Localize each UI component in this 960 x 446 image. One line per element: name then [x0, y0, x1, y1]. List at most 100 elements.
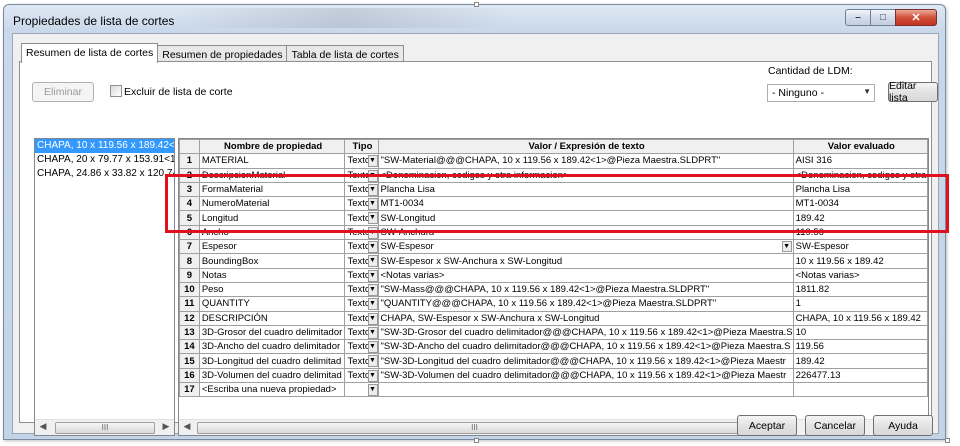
table-row[interactable]: 14 3D-Ancho del cuadro delimitador Texto ▼ "…	[179, 339, 928, 355]
table-row[interactable]: 17 <Escriba una nueva propiedad> ▼	[179, 382, 928, 398]
value-expression-cell[interactable]: SW-Longitud	[377, 210, 794, 226]
chevron-down-icon[interactable]: ▼	[367, 326, 377, 339]
property-name-cell[interactable]: MATERIAL	[198, 153, 346, 169]
property-name-cell[interactable]: Peso	[198, 281, 346, 298]
scroll-left-icon[interactable]: ◀	[180, 421, 194, 435]
list-item[interactable]: CHAPA, 20 x 79.77 x 153.91<1>	[35, 153, 174, 167]
table-row[interactable]: 10 Peso Texto ▼ "SW-Mass@@@CHAPA, 10 x 119.5…	[179, 281, 928, 298]
chevron-down-icon[interactable]: ▼	[367, 212, 377, 225]
row-number[interactable]: 1	[179, 153, 200, 169]
tab-cut-list-summary[interactable]: Resumen de lista de cortes	[21, 43, 159, 63]
table-row[interactable]: 2 DescripcionMaterial Texto ▼ <Denominacion,…	[179, 167, 928, 183]
table-row[interactable]: 16 3D-Volumen del cuadro delimitad Texto ▼ "…	[179, 367, 928, 384]
row-number[interactable]: 7	[179, 239, 200, 255]
value-expression-cell[interactable]: Plancha Lisa	[377, 181, 794, 198]
chevron-down-icon[interactable]: ▼	[367, 269, 377, 282]
cut-list-listbox[interactable]: CHAPA, 10 x 119.56 x 189.42<1> CHAPA, 20…	[34, 138, 175, 436]
chevron-down-icon[interactable]: ▼	[367, 183, 377, 196]
row-number[interactable]: 4	[179, 196, 200, 212]
type-cell[interactable]: Texto ▼	[344, 167, 379, 183]
chevron-down-icon[interactable]: ▼	[367, 155, 377, 168]
type-cell[interactable]: Texto ▼	[344, 181, 379, 198]
table-row[interactable]: 15 3D-Longitud del cuadro delimitad Texto ▼…	[179, 353, 928, 369]
property-name-cell[interactable]: Ancho	[198, 224, 346, 241]
list-item[interactable]: CHAPA, 24.86 x 33.82 x 120.74<1>	[35, 167, 174, 181]
chevron-down-icon[interactable]: ▼	[781, 241, 792, 253]
tab-properties-summary[interactable]: Resumen de propiedades	[157, 45, 288, 62]
value-expression-cell[interactable]: "SW-3D-Ancho del cuadro delimitador@@@CH…	[377, 339, 794, 355]
type-cell[interactable]: Texto ▼	[344, 253, 379, 269]
row-number[interactable]: 15	[179, 353, 200, 369]
type-cell[interactable]: ▼	[344, 382, 379, 398]
type-cell[interactable]: Texto ▼	[344, 296, 379, 312]
type-cell[interactable]: Texto ▼	[344, 310, 379, 326]
table-row[interactable]: 9 Notas Texto ▼ <Notas varias> <Notas varias>	[179, 267, 928, 283]
chevron-down-icon[interactable]: ▼	[367, 283, 377, 296]
minimize-icon[interactable]: –	[845, 9, 871, 26]
chevron-down-icon[interactable]: ▼	[367, 384, 377, 396]
cancel-button[interactable]: Cancelar	[805, 415, 865, 436]
property-name-cell[interactable]: <Escriba una nueva propiedad>	[198, 382, 346, 398]
title-bar[interactable]: Propiedades de lista de cortes – □ ✕	[4, 5, 945, 33]
property-name-cell[interactable]: Notas	[198, 267, 346, 283]
row-number[interactable]: 5	[179, 210, 200, 226]
type-cell[interactable]: Texto ▼	[344, 153, 379, 169]
list-item[interactable]: CHAPA, 10 x 119.56 x 189.42<1>	[35, 139, 174, 153]
bom-quantity-select[interactable]: - Ninguno - ▼	[767, 84, 875, 102]
row-number[interactable]: 11	[179, 296, 200, 312]
chevron-down-icon[interactable]: ▼	[367, 241, 377, 253]
accept-button[interactable]: Aceptar	[737, 415, 797, 436]
chevron-down-icon[interactable]: ▼	[367, 312, 377, 325]
value-expression-cell[interactable]: SW-Espesor x SW-Anchura x SW-Longitud	[377, 253, 794, 269]
scroll-left-icon[interactable]: ◀	[36, 421, 50, 435]
chevron-down-icon[interactable]: ▼	[367, 298, 377, 311]
maximize-icon[interactable]: □	[870, 9, 896, 26]
type-cell[interactable]: Texto ▼	[344, 367, 379, 384]
table-row[interactable]: 5 Longitud Texto ▼ SW-Longitud 189.42	[179, 210, 928, 226]
type-cell[interactable]: Texto ▼	[344, 210, 379, 226]
row-number[interactable]: 2	[179, 167, 200, 183]
value-expression-cell[interactable]: "SW-Mass@@@CHAPA, 10 x 119.56 x 189.42<1…	[377, 281, 794, 298]
type-cell[interactable]: Texto ▼	[344, 324, 379, 341]
chevron-down-icon[interactable]: ▼	[367, 198, 377, 210]
table-row[interactable]: 6 Ancho Texto ▼ SW-Anchura 119.56	[179, 224, 928, 241]
chevron-down-icon[interactable]: ▼	[367, 255, 377, 268]
value-expression-cell[interactable]: SW-Espesor ▼	[377, 239, 794, 255]
value-expression-cell[interactable]	[377, 382, 794, 398]
value-expression-cell[interactable]: <Denominacion, codigos y otra informacio…	[377, 167, 794, 183]
row-number[interactable]: 16	[179, 367, 200, 384]
row-number[interactable]: 12	[179, 310, 200, 326]
value-expression-cell[interactable]: "SW-3D-Grosor del cuadro delimitador@@@C…	[377, 324, 794, 341]
row-number[interactable]: 13	[179, 324, 200, 341]
row-number[interactable]: 8	[179, 253, 200, 269]
value-expression-cell[interactable]: "SW-Material@@@CHAPA, 10 x 119.56 x 189.…	[377, 153, 794, 169]
type-cell[interactable]: Texto ▼	[344, 224, 379, 241]
property-name-cell[interactable]: NumeroMaterial	[198, 196, 346, 212]
property-name-cell[interactable]: QUANTITY	[198, 296, 346, 312]
type-cell[interactable]: Texto ▼	[344, 239, 379, 255]
scroll-thumb[interactable]: III	[197, 422, 752, 434]
property-name-cell[interactable]: Longitud	[198, 210, 346, 226]
scroll-thumb[interactable]: III	[55, 422, 155, 434]
chevron-down-icon[interactable]: ▼	[367, 369, 377, 382]
value-expression-cell[interactable]: MT1-0034	[377, 196, 794, 212]
edit-list-button[interactable]: Editar lista	[888, 80, 938, 104]
type-cell[interactable]: Texto ▼	[344, 196, 379, 212]
table-row[interactable]: 13 3D-Grosor del cuadro delimitador Texto ▼…	[179, 324, 928, 341]
property-name-cell[interactable]: FormaMaterial	[198, 181, 346, 198]
property-name-cell[interactable]: 3D-Grosor del cuadro delimitador	[198, 324, 346, 341]
value-expression-cell[interactable]: "SW-3D-Volumen del cuadro delimitador@@@…	[377, 367, 794, 384]
row-number[interactable]: 6	[179, 224, 200, 241]
close-icon[interactable]: ✕	[895, 9, 937, 26]
delete-button[interactable]: Eliminar	[32, 82, 94, 102]
row-number[interactable]: 14	[179, 339, 200, 355]
row-number[interactable]: 3	[179, 181, 200, 198]
listbox-hscrollbar[interactable]: ◀ III ▶	[35, 419, 174, 435]
property-name-cell[interactable]: 3D-Ancho del cuadro delimitador	[198, 339, 346, 355]
type-cell[interactable]: Texto ▼	[344, 353, 379, 369]
row-number[interactable]: 10	[179, 281, 200, 298]
property-name-cell[interactable]: Espesor	[198, 239, 346, 255]
chevron-down-icon[interactable]: ▼	[367, 226, 377, 239]
table-row[interactable]: 1 MATERIAL Texto ▼ "SW-Material@@@CHAPA, 10 …	[179, 153, 928, 169]
type-cell[interactable]: Texto ▼	[344, 339, 379, 355]
